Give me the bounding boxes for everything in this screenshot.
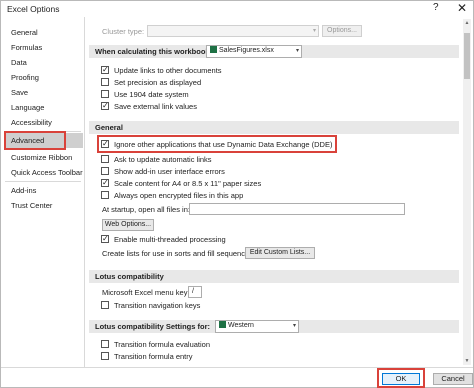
cancel-button[interactable]: Cancel <box>433 373 473 385</box>
multithread-label: Enable multi-threaded processing <box>114 235 226 244</box>
sidebar-item-data[interactable]: Data <box>5 55 83 70</box>
lotus-settings-label: Lotus compatibility Settings for: <box>95 322 211 331</box>
precision-checkbox[interactable] <box>101 78 109 86</box>
sidebar-item-language[interactable]: Language <box>5 100 83 115</box>
menu-key-label: Microsoft Excel menu key: <box>102 288 190 297</box>
scale-content-checkbox[interactable] <box>101 177 109 188</box>
cluster-type-label: Cluster type: <box>102 27 145 36</box>
sheet-icon <box>219 321 226 328</box>
date-1904-checkbox[interactable] <box>101 90 109 98</box>
transition-formula-eval-checkbox[interactable] <box>101 340 109 348</box>
excel-options-dialog: Excel Options ? ✕ General Formulas Data … <box>0 0 474 388</box>
addin-errors-label: Show add-in user interface errors <box>114 167 225 176</box>
web-options-button[interactable]: Web Options... <box>102 219 154 231</box>
sidebar-item-general[interactable]: General <box>5 25 83 40</box>
highlight-box-advanced <box>4 131 66 150</box>
open-encrypted-label: Always open encrypted files in this app <box>114 191 244 200</box>
lotus-section-header: Lotus compatibility <box>89 270 459 283</box>
sidebar-item-customize-ribbon[interactable]: Customize Ribbon <box>5 150 83 165</box>
transition-formula-entry-label: Transition formula entry <box>114 352 193 361</box>
workbook-name: SalesFigures.xlsx <box>219 47 274 54</box>
ask-update-links-checkbox[interactable] <box>101 155 109 163</box>
scroll-down-icon[interactable]: ▼ <box>463 357 471 365</box>
workbook-select[interactable]: SalesFigures.xlsx ▾ <box>206 45 302 58</box>
precision-label: Set precision as displayed <box>114 78 202 87</box>
options-sidebar: General Formulas Data Proofing Save Lang… <box>1 17 85 367</box>
sidebar-item-trust-center[interactable]: Trust Center <box>5 198 83 213</box>
window-title: Excel Options <box>7 4 60 14</box>
scale-content-label: Scale content for A4 or 8.5 x 11" paper … <box>114 179 262 188</box>
title-bar: Excel Options ? ✕ <box>1 1 473 17</box>
scroll-thumb[interactable] <box>464 33 470 79</box>
sidebar-divider <box>5 181 81 182</box>
sidebar-item-add-ins[interactable]: Add-ins <box>5 183 83 198</box>
sidebar-item-formulas[interactable]: Formulas <box>5 40 83 55</box>
cluster-options-button[interactable]: Options... <box>322 25 362 37</box>
sidebar-item-quick-access-toolbar[interactable]: Quick Access Toolbar <box>5 165 83 180</box>
help-icon[interactable]: ? <box>433 2 439 13</box>
update-links-label: Update links to other documents <box>114 66 222 75</box>
transition-formula-eval-label: Transition formula evaluation <box>114 340 211 349</box>
startup-folder-label: At startup, open all files in: <box>102 205 190 214</box>
general-section-header: General <box>89 121 459 134</box>
advanced-options-panel: Cluster type: ▾ Options... When calculat… <box>89 19 465 365</box>
multithread-checkbox[interactable] <box>101 233 109 244</box>
highlight-box-ok <box>377 368 425 388</box>
sidebar-item-proofing[interactable]: Proofing <box>5 70 83 85</box>
menu-key-input[interactable]: / <box>188 286 202 298</box>
close-icon[interactable]: ✕ <box>457 1 467 15</box>
scroll-up-icon[interactable]: ▲ <box>463 19 471 27</box>
excel-file-icon <box>210 46 217 53</box>
transition-formula-entry-checkbox[interactable] <box>101 352 109 360</box>
content-scrollbar[interactable]: ▲ ▼ <box>463 19 471 365</box>
transition-nav-checkbox[interactable] <box>101 301 109 309</box>
ask-update-links-label: Ask to update automatic links <box>114 155 212 164</box>
calc-section-label: When calculating this workbook: <box>95 47 213 56</box>
edit-custom-lists-button[interactable]: Edit Custom Lists... <box>245 247 315 259</box>
startup-folder-input[interactable] <box>189 203 405 215</box>
save-external-links-label: Save external link values <box>114 102 197 111</box>
custom-lists-label: Create lists for use in sorts and fill s… <box>102 249 255 258</box>
open-encrypted-checkbox[interactable] <box>101 191 109 199</box>
update-links-checkbox[interactable] <box>101 64 109 75</box>
transition-nav-label: Transition navigation keys <box>114 301 201 310</box>
highlight-box-ignore-dde <box>97 135 337 153</box>
sidebar-item-accessibility[interactable]: Accessibility <box>5 115 83 130</box>
cluster-type-select[interactable]: ▾ <box>147 25 319 37</box>
lotus-sheet-select[interactable]: Western ▾ <box>215 320 299 333</box>
save-external-links-checkbox[interactable] <box>101 100 109 111</box>
addin-errors-checkbox[interactable] <box>101 167 109 175</box>
sidebar-item-save[interactable]: Save <box>5 85 83 100</box>
date-1904-label: Use 1904 date system <box>114 90 189 99</box>
lotus-sheet-name: Western <box>228 322 254 329</box>
